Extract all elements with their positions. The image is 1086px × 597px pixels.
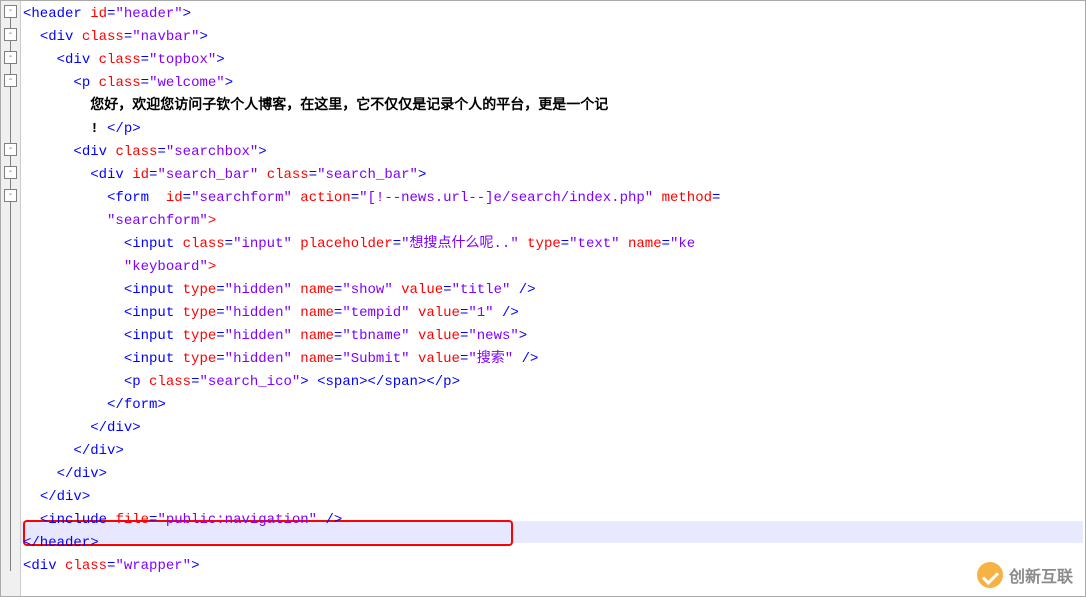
code-line[interactable]: </div> <box>23 463 1083 486</box>
code-line[interactable]: <div id="search_bar" class="search_bar"> <box>23 164 1083 187</box>
code-line[interactable]: <input type="hidden" name="Submit" value… <box>23 348 1083 371</box>
code-line[interactable]: <form id="searchform" action="[!--news.u… <box>23 187 1083 210</box>
code-line[interactable]: <div class="wrapper"> <box>23 555 1083 578</box>
code-line[interactable]: <div class="navbar"> <box>23 26 1083 49</box>
code-line[interactable]: </div> <box>23 440 1083 463</box>
code-line[interactable]: ! </p> <box>23 118 1083 141</box>
code-line[interactable]: <input type="hidden" name="show" value="… <box>23 279 1083 302</box>
code-line[interactable]: 您好，欢迎您访问子钦个人博客，在这里，它不仅仅是记录个人的平台，更是一个记 <box>23 95 1083 118</box>
code-line[interactable]: <p class="welcome"> <box>23 72 1083 95</box>
code-line[interactable]: <p class="search_ico"> <span></span></p> <box>23 371 1083 394</box>
code-line[interactable]: <input class="input" placeholder="想搜点什么呢… <box>23 233 1083 256</box>
code-line[interactable]: <div class="topbox"> <box>23 49 1083 72</box>
code-line[interactable]: </header> <box>23 532 1083 555</box>
code-line[interactable]: <input type="hidden" name="tbname" value… <box>23 325 1083 348</box>
code-line[interactable]: </div> <box>23 486 1083 509</box>
code-line[interactable]: </div> <box>23 417 1083 440</box>
code-editor[interactable]: ------- <header id="header"> <div class=… <box>0 0 1086 597</box>
code-line[interactable]: "searchform"> <box>23 210 1083 233</box>
code-line[interactable]: <input type="hidden" name="tempid" value… <box>23 302 1083 325</box>
code-line[interactable]: </form> <box>23 394 1083 417</box>
code-line[interactable]: <include file="public:navigation" /> <box>23 509 1083 532</box>
code-area[interactable]: <header id="header"> <div class="navbar"… <box>1 1 1085 580</box>
code-line[interactable]: "keyboard"> <box>23 256 1083 279</box>
code-line[interactable]: <header id="header"> <box>23 3 1083 26</box>
code-line[interactable]: <div class="searchbox"> <box>23 141 1083 164</box>
